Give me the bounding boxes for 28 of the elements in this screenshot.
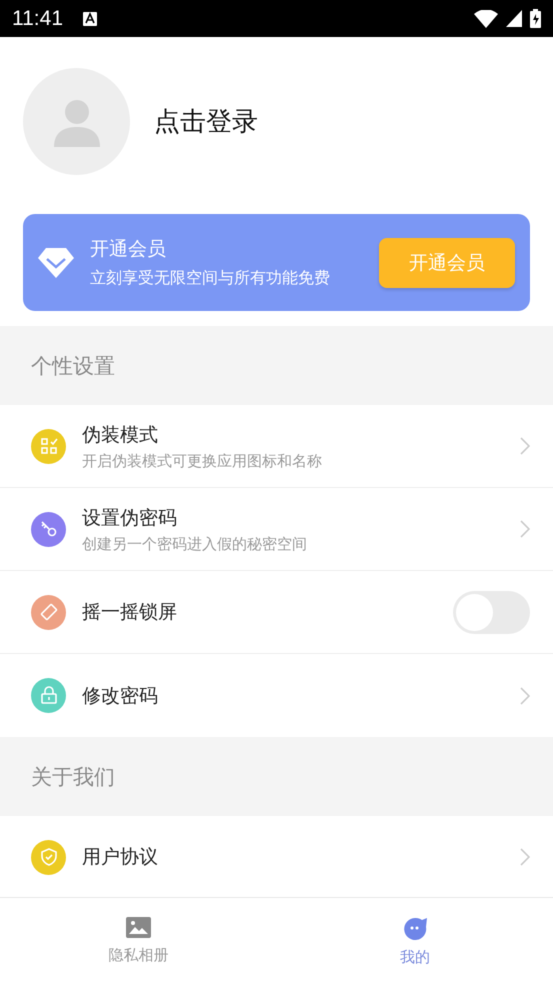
face-icon <box>402 916 428 940</box>
row-title: 摇一摇锁屏 <box>82 600 178 625</box>
login-link[interactable]: 点击登录 <box>154 104 258 139</box>
chevron-icon <box>520 686 530 704</box>
section-title: 关于我们 <box>31 764 115 790</box>
chevron-icon <box>520 520 530 538</box>
chevron-icon <box>520 848 530 866</box>
row-title: 伪装模式 <box>82 422 159 448</box>
diamond-icon <box>38 248 74 278</box>
row-subtitle: 开启伪装模式可更换应用图标和名称 <box>82 452 323 470</box>
section-title: 个性设置 <box>31 352 115 380</box>
row-title: 修改密码 <box>82 684 159 708</box>
settings-row[interactable]: 伪装模式 开启伪装模式可更换应用图标和名称 <box>0 405 553 488</box>
battery-icon <box>530 9 541 28</box>
settings-row[interactable]: 设置伪密码 创建另一个密码进入假的秘密空间 <box>0 488 553 571</box>
vip-subtitle: 立刻享受无限空间与所有功能免费 <box>90 268 331 289</box>
settings-row[interactable]: 修改密码 <box>0 654 553 737</box>
settings-row[interactable]: 摇一摇锁屏 <box>0 571 553 654</box>
image-icon <box>126 917 151 938</box>
chevron-icon <box>520 437 530 455</box>
notification-icon <box>83 12 97 26</box>
signal-icon <box>506 10 522 27</box>
vip-title: 开通会员 <box>90 237 167 262</box>
row-subtitle: 创建另一个密码进入假的秘密空间 <box>82 534 308 554</box>
row-title: 用户协议 <box>82 845 159 870</box>
status-time: 11:41 <box>12 6 63 30</box>
row-title: 设置伪密码 <box>82 506 178 530</box>
wifi-icon <box>474 10 498 28</box>
